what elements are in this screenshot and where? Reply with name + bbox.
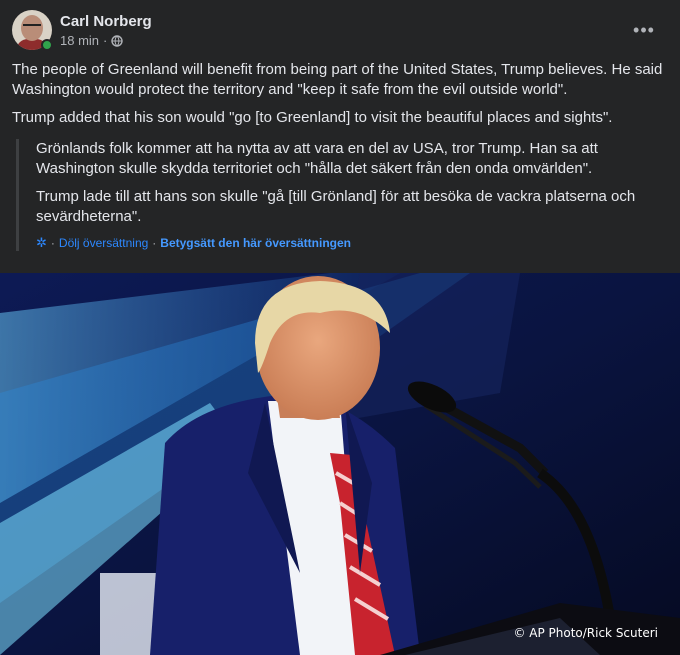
globe-icon[interactable] [111, 34, 124, 47]
translation-actions: ✲ · Dölj översättning · Betygsätt den hä… [36, 235, 656, 251]
photo-credit: © AP Photo/Rick Scuteri [513, 626, 658, 640]
translation-paragraph-1: Grönlands folk kommer att ha nytta av at… [36, 140, 598, 177]
hide-translation-link[interactable]: Dölj översättning [59, 235, 148, 251]
post-meta: Carl Norberg 18 min · [60, 12, 152, 49]
post-time[interactable]: 18 min [60, 33, 99, 49]
link-dot: · [50, 236, 55, 250]
link-dot: · [152, 236, 157, 250]
more-options-button[interactable]: ••• [630, 16, 658, 44]
post-header: Carl Norberg 18 min · ••• [12, 10, 668, 51]
post-text: The people of Greenland will benefit fro… [12, 60, 668, 136]
author-avatar[interactable] [12, 10, 53, 51]
post-paragraph-2: Trump added that his son would "go [to G… [12, 109, 613, 126]
post-card: Carl Norberg 18 min · ••• The people of … [0, 0, 680, 655]
post-paragraph-1: The people of Greenland will benefit fro… [12, 61, 663, 98]
more-icon: ••• [633, 19, 655, 40]
post-photo[interactable]: © AP Photo/Rick Scuteri [0, 273, 680, 655]
translation-paragraph-2: Trump lade till att hans son skulle "gå … [36, 188, 636, 225]
post-subline: 18 min · [60, 33, 152, 49]
rate-translation-link[interactable]: Betygsätt den här översättningen [160, 235, 351, 251]
author-name[interactable]: Carl Norberg [60, 12, 152, 32]
online-status-dot [41, 39, 53, 51]
gear-icon: ✲ [36, 235, 47, 250]
time-separator: · [103, 32, 108, 48]
translation-block: Grönlands folk kommer att ha nytta av at… [16, 139, 656, 251]
